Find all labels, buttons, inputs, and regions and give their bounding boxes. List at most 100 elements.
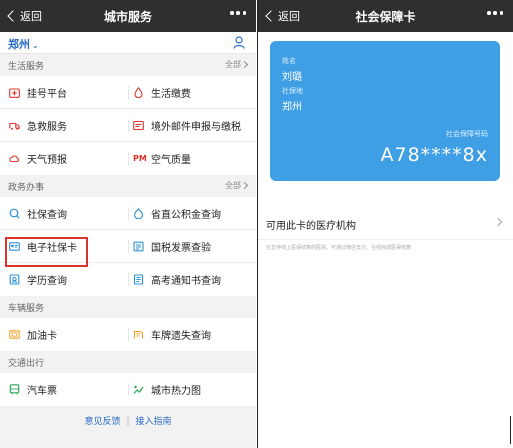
service-label: 国税发票查验: [151, 242, 211, 254]
social-security-number: A78****8x: [380, 144, 488, 166]
service-grid: 汽车票 城市热力图: [0, 373, 256, 406]
section-government-affairs: 政务办事 全部: [0, 175, 256, 197]
chevron-right-icon: [240, 60, 249, 69]
see-all-label: 全部: [225, 181, 241, 190]
service-label: 城市热力图: [151, 386, 201, 397]
section-vehicle-services: 车辆服务: [0, 296, 256, 318]
page-title: 城市服务: [103, 10, 152, 24]
city-bar: 郑州 ⌄: [0, 32, 256, 54]
number-label: 社会保障号码: [446, 130, 488, 138]
pm-icon: PM: [133, 154, 147, 163]
city-selector[interactable]: 郑州 ⌄: [8, 36, 39, 52]
grid-row: 汽车票 城市热力图: [0, 373, 256, 406]
see-all-link[interactable]: 全部: [225, 180, 249, 191]
service-social-security-query[interactable]: 社保查询: [0, 197, 128, 229]
cardholder-name: 刘璐: [282, 72, 302, 83]
city-name: 郑州: [8, 38, 30, 51]
service-overseas-mail[interactable]: 境外邮件申报与缴税: [128, 109, 256, 141]
service-label: 空气质量: [151, 155, 191, 166]
section-title: 交通出行: [8, 359, 45, 369]
section-title: 车辆服务: [8, 304, 45, 314]
dot-icon: [499, 11, 503, 15]
service-label: 学历查询: [27, 276, 67, 287]
chevron-right-icon: [493, 217, 503, 227]
education-icon: [9, 274, 20, 285]
info-note: 在支持线上医保结算的医院，可通过微信支付，在线完成医保结算: [266, 245, 412, 251]
service-air-quality[interactable]: PM 空气质量: [128, 142, 256, 175]
dot-icon: [230, 11, 234, 15]
grid-row: 社保查询 省直公积金查询: [0, 197, 256, 230]
social-security-card-panel: 返回 社会保障卡 姓名 刘璐 社保地 郑州 社会保障号码 A78****8x 可…: [257, 0, 513, 448]
grid-row: 急救服务 境外邮件申报与缴税: [0, 109, 256, 142]
service-education-query[interactable]: 学历查询: [0, 263, 128, 296]
service-grid: 加油卡 车牌遗失查询: [0, 318, 256, 351]
social-security-card[interactable]: 姓名 刘璐 社保地 郑州 社会保障号码 A78****8x: [270, 41, 500, 181]
dot-icon: [242, 11, 246, 15]
invoice-icon: [133, 241, 144, 251]
dot-icon: [493, 11, 497, 15]
service-grid: 挂号平台 生活缴费 急救服务 境外邮件申报与缴税 天气预报 PM 空气质量: [0, 76, 256, 175]
service-emergency[interactable]: 急救服务: [0, 109, 128, 141]
service-provident-fund[interactable]: 省直公积金查询: [128, 197, 256, 229]
grid-row: 加油卡 车牌遗失查询: [0, 318, 256, 351]
service-label: 境外邮件申报与缴税: [151, 121, 241, 133]
see-all-link[interactable]: 全部: [225, 59, 249, 70]
grid-row: 挂号平台 生活缴费: [0, 76, 256, 109]
section-title: 生活服务: [8, 62, 45, 72]
service-label: 天气预报: [27, 155, 67, 166]
section-title: 政务办事: [8, 183, 45, 193]
service-weather[interactable]: 天气预报: [0, 142, 128, 175]
search-icon: [9, 208, 20, 219]
service-label: 急救服务: [27, 121, 67, 133]
medical-institutions-label: 可用此卡的医疗机构: [266, 221, 356, 232]
more-menu-button[interactable]: [230, 10, 246, 16]
mail-icon: [133, 120, 144, 130]
hospital-icon: [9, 87, 20, 98]
more-menu-button[interactable]: [487, 10, 503, 16]
license-plate-icon: [133, 330, 144, 339]
medical-institutions-row[interactable]: 可用此卡的医疗机构: [258, 206, 513, 240]
cloud-icon: [9, 155, 20, 163]
service-exam-notice[interactable]: 高考通知书查询: [128, 263, 256, 296]
caret-down-icon: ⌄: [32, 41, 39, 50]
fund-icon: [133, 207, 144, 219]
nav-bar: 返回 社会保障卡: [258, 0, 513, 32]
service-bus-ticket[interactable]: 汽车票: [0, 373, 128, 406]
service-label: 挂号平台: [27, 88, 67, 100]
grid-row: 学历查询 高考通知书查询: [0, 263, 256, 296]
service-fuel-card[interactable]: 加油卡: [0, 318, 128, 351]
service-license-plate-lost[interactable]: 车牌遗失查询: [128, 318, 256, 351]
city-services-panel: 返回 城市服务 郑州 ⌄ 生活服务 全部 挂号平台 生活缴费 急救服务 境外邮件…: [0, 0, 256, 448]
integration-guide-link[interactable]: 接入指南: [136, 417, 172, 427]
water-drop-icon: [134, 86, 143, 98]
highlight-box: [5, 237, 88, 267]
service-city-heatmap[interactable]: 城市热力图: [128, 373, 256, 406]
dot-icon: [487, 11, 491, 15]
name-label: 姓名: [282, 57, 296, 65]
service-label: 省直公积金查询: [151, 209, 221, 221]
feedback-link[interactable]: 意见反馈: [84, 417, 120, 427]
service-invoice-check[interactable]: 国税发票查验: [128, 230, 256, 262]
divider: [510, 416, 511, 444]
social-security-place: 郑州: [282, 102, 302, 113]
service-label: 加油卡: [27, 331, 57, 342]
section-life-services: 生活服务 全部: [0, 54, 256, 76]
place-label: 社保地: [282, 87, 303, 95]
service-utility-payment[interactable]: 生活缴费: [128, 76, 256, 108]
see-all-label: 全部: [225, 60, 241, 69]
grid-row: 天气预报 PM 空气质量: [0, 142, 256, 175]
service-label: 生活缴费: [151, 88, 191, 100]
notice-icon: [133, 274, 144, 285]
service-label: 汽车票: [27, 386, 57, 397]
user-icon[interactable]: [233, 36, 245, 49]
service-registration[interactable]: 挂号平台: [0, 76, 128, 108]
page-title: 社会保障卡: [355, 10, 416, 24]
ambulance-icon: [9, 122, 20, 130]
service-label: 社保查询: [27, 209, 67, 221]
dot-icon: [236, 11, 240, 15]
fuel-icon: [9, 330, 20, 339]
chevron-right-icon: [240, 181, 249, 190]
heatmap-icon: [133, 385, 144, 394]
service-label: 车牌遗失查询: [151, 331, 211, 342]
section-transport: 交通出行: [0, 351, 256, 373]
